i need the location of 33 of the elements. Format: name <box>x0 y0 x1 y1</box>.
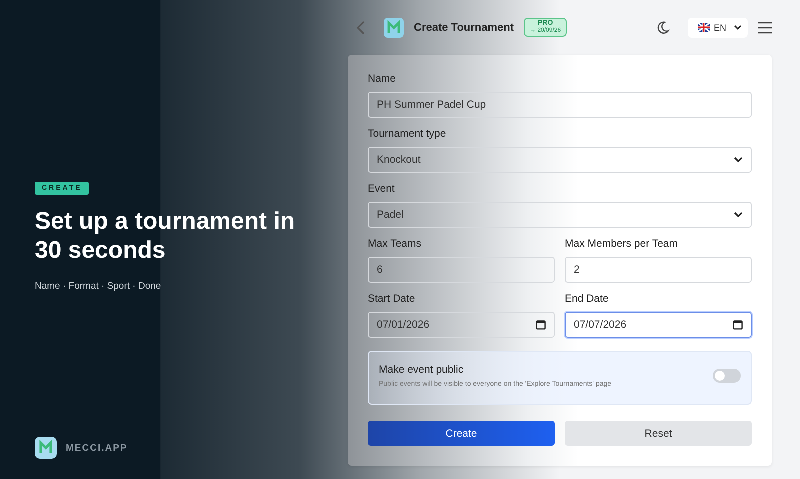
field-label: Event <box>368 183 396 195</box>
create-button[interactable]: Create <box>368 421 555 446</box>
chevron-down-icon <box>734 157 743 163</box>
field-label: Max Members per Team <box>565 238 680 250</box>
chevron-down-icon <box>734 24 742 30</box>
reset-button[interactable]: Reset <box>565 421 752 446</box>
language-select[interactable]: EN <box>688 18 748 38</box>
toggle-switch[interactable] <box>713 369 741 383</box>
input-field[interactable]: PH Summer Padel Cup <box>368 92 752 118</box>
steps-text: Name · Format · Sport · Done <box>35 280 162 292</box>
headline: Set up a tournament in 30 seconds <box>35 208 296 266</box>
field-label: Start Date <box>368 293 416 305</box>
input-field[interactable]: 6 <box>368 257 555 283</box>
select-field[interactable]: Knockout <box>368 147 752 173</box>
flag-icon <box>698 23 710 32</box>
field-label: End Date <box>565 293 610 305</box>
date-field[interactable]: 07/01/2026 <box>368 312 555 338</box>
calendar-icon <box>733 320 743 330</box>
moon-icon[interactable] <box>656 20 670 34</box>
page-title: Create Tournament <box>414 22 514 34</box>
chevron-down-icon <box>734 212 743 218</box>
field-label: Max Teams <box>368 238 422 250</box>
calendar-icon <box>536 320 546 330</box>
logo-icon <box>35 437 57 459</box>
logo-icon <box>384 18 404 38</box>
date-field[interactable]: 07/07/2026 <box>565 312 752 338</box>
field-label: Name <box>368 73 398 85</box>
brand-name: MECCI.APP <box>66 442 128 454</box>
field-label: Tournament type <box>368 128 448 140</box>
toggle-title: Make event public <box>379 364 465 376</box>
select-field[interactable]: Padel <box>368 202 752 228</box>
menu-icon[interactable] <box>758 22 772 34</box>
input-field[interactable]: 2 <box>565 257 752 283</box>
